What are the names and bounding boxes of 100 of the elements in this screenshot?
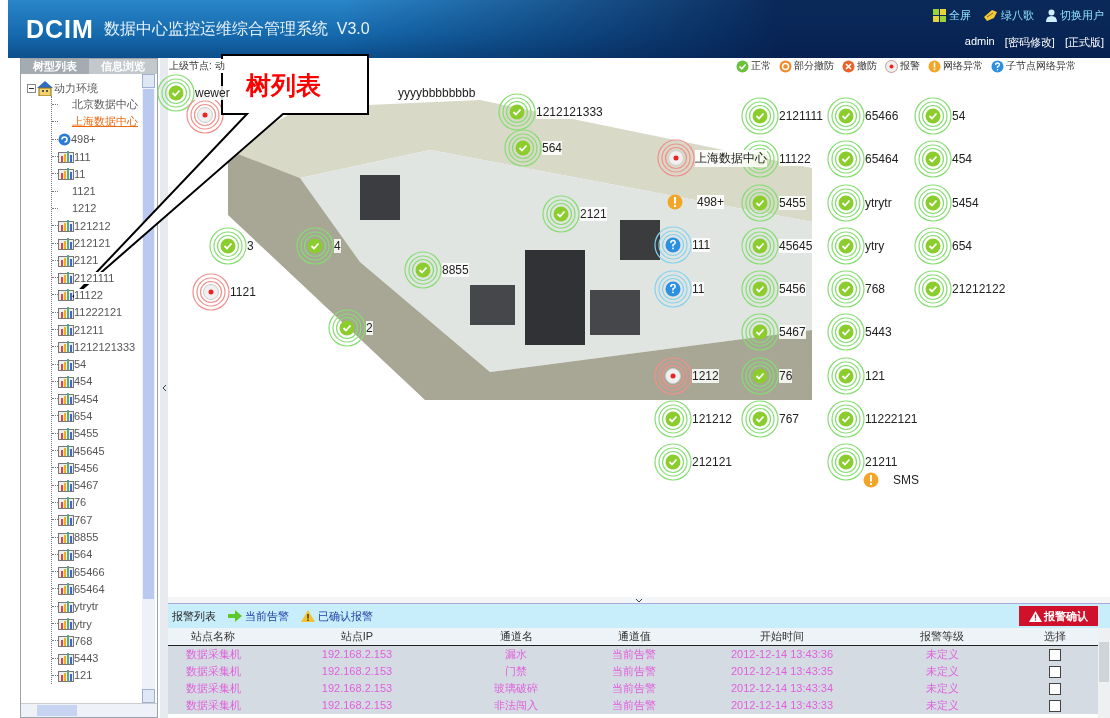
question-status-icon[interactable] — [654, 226, 692, 264]
node-label[interactable]: 498+ — [697, 195, 725, 209]
row-checkbox[interactable] — [1049, 682, 1061, 695]
tree-item[interactable]: 5455 — [74, 427, 99, 440]
check-status-icon[interactable] — [654, 443, 692, 481]
tree-item[interactable]: 767 — [74, 513, 93, 526]
node-label[interactable]: 1121 — [230, 285, 256, 299]
node-label[interactable]: 4 — [334, 239, 341, 253]
check-status-icon[interactable] — [404, 251, 442, 289]
account-link[interactable]: [密码修改] — [1004, 35, 1055, 50]
tree-item[interactable]: 65464 — [74, 582, 105, 595]
check-status-icon[interactable] — [827, 357, 865, 395]
warning-status-icon[interactable] — [667, 194, 683, 210]
node-label[interactable]: ytry — [865, 239, 885, 253]
account-link[interactable]: [正式版] — [1064, 35, 1104, 50]
check-status-icon[interactable] — [741, 97, 779, 135]
tree-item[interactable]: ytry — [74, 617, 92, 630]
node-label[interactable]: 121212 — [692, 412, 733, 426]
node-label[interactable]: 11 — [692, 282, 705, 296]
row-checkbox[interactable] — [1049, 699, 1061, 712]
node-label[interactable]: 3 — [247, 239, 254, 253]
tree-item[interactable]: 5454 — [74, 392, 99, 405]
node-label[interactable]: SMS — [893, 473, 919, 487]
node-label[interactable]: 上海数据中心 — [695, 149, 767, 167]
node-label[interactable]: 454 — [952, 152, 973, 166]
tree-item[interactable]: 65466 — [74, 565, 105, 578]
check-status-icon[interactable] — [827, 140, 865, 178]
confirm-alarm-button[interactable]: 报警确认 — [1019, 606, 1098, 626]
check-status-icon[interactable] — [157, 74, 195, 112]
node-label[interactable]: 654 — [952, 239, 973, 253]
tree-item[interactable]: 454 — [74, 375, 93, 388]
tree-item[interactable]: 121 — [74, 669, 93, 682]
node-label[interactable]: 111 — [692, 238, 711, 252]
header-link[interactable]: 绿八歌 — [983, 8, 1034, 23]
tree-item[interactable]: 111 — [74, 150, 91, 163]
check-status-icon[interactable] — [498, 93, 536, 131]
node-label[interactable]: 1212121333 — [536, 105, 603, 119]
node-label[interactable]: 65466 — [865, 109, 899, 123]
tree-item[interactable]: 5467 — [74, 479, 99, 492]
check-status-icon[interactable] — [542, 195, 580, 233]
check-status-icon[interactable] — [827, 227, 865, 265]
check-status-icon[interactable] — [827, 400, 865, 438]
tree-item[interactable]: 54 — [74, 358, 87, 371]
node-label[interactable]: 11222121 — [865, 412, 918, 426]
check-status-icon[interactable] — [741, 313, 779, 351]
node-label[interactable]: 1212 — [692, 369, 719, 383]
node-label[interactable]: 5467 — [779, 325, 806, 339]
check-status-icon[interactable] — [741, 357, 779, 395]
node-label[interactable]: 768 — [865, 282, 886, 296]
header-link[interactable]: 切换用户 — [1046, 8, 1104, 23]
node-label[interactable]: 21211 — [865, 455, 898, 469]
tree-item[interactable]: 5456 — [74, 461, 99, 474]
row-checkbox[interactable] — [1049, 648, 1061, 661]
tree-item[interactable]: 121212 — [74, 219, 111, 232]
tree-item[interactable]: 11 — [74, 167, 86, 180]
tree-item[interactable]: 5443 — [74, 652, 99, 665]
check-status-icon[interactable] — [827, 184, 865, 222]
tree-item[interactable]: 498+ — [71, 133, 96, 146]
collapse-toggle-icon[interactable] — [27, 83, 36, 93]
tree-item[interactable]: 45645 — [74, 444, 105, 457]
check-status-icon[interactable] — [914, 97, 952, 135]
tree-item[interactable]: 1212 — [72, 202, 97, 215]
row-checkbox[interactable] — [1049, 665, 1061, 678]
tree-item[interactable]: 768 — [74, 634, 93, 647]
node-label[interactable]: 76 — [779, 369, 793, 383]
check-status-icon[interactable] — [741, 184, 779, 222]
node-label[interactable]: 564 — [542, 141, 563, 155]
tree-item[interactable]: 1212121333 — [74, 340, 136, 353]
check-status-icon[interactable] — [827, 313, 865, 351]
node-label[interactable]: 2 — [366, 321, 373, 335]
scrollbar[interactable] — [1098, 628, 1110, 718]
node-label[interactable]: 65464 — [865, 152, 899, 166]
node-label[interactable]: 212121 — [692, 455, 733, 469]
check-status-icon[interactable] — [296, 227, 334, 265]
tree-item[interactable]: 11222121 — [74, 306, 123, 319]
node-label[interactable]: 21212122 — [952, 282, 1006, 296]
check-status-icon[interactable] — [741, 400, 779, 438]
node-label[interactable]: 5455 — [779, 196, 806, 210]
check-status-icon[interactable] — [827, 97, 865, 135]
node-label[interactable]: wewer — [195, 86, 230, 100]
tree-item[interactable]: 2121111 — [74, 271, 115, 284]
alarm-tab[interactable]: 已确认报警 — [301, 608, 373, 624]
node-label[interactable]: 767 — [779, 412, 800, 426]
node-label[interactable]: 11122 — [779, 152, 811, 166]
tree-item[interactable]: 654 — [74, 410, 93, 422]
check-status-icon[interactable] — [504, 129, 542, 167]
node-label[interactable]: 8855 — [442, 263, 469, 277]
tree-item[interactable]: 11122 — [74, 288, 103, 301]
node-label[interactable]: ytrytr — [865, 196, 892, 210]
node-label[interactable]: 5454 — [952, 196, 979, 210]
node-label[interactable]: 5443 — [865, 325, 892, 339]
warning-status-icon[interactable] — [863, 472, 879, 488]
scrollbar[interactable] — [142, 74, 155, 703]
check-status-icon[interactable] — [914, 227, 952, 265]
check-status-icon[interactable] — [741, 227, 779, 265]
check-status-icon[interactable] — [209, 227, 247, 265]
node-label[interactable]: 45645 — [779, 239, 813, 253]
check-status-icon[interactable] — [654, 400, 692, 438]
node-label[interactable]: 5456 — [779, 282, 806, 296]
tree-item[interactable]: 2121 — [74, 254, 99, 267]
